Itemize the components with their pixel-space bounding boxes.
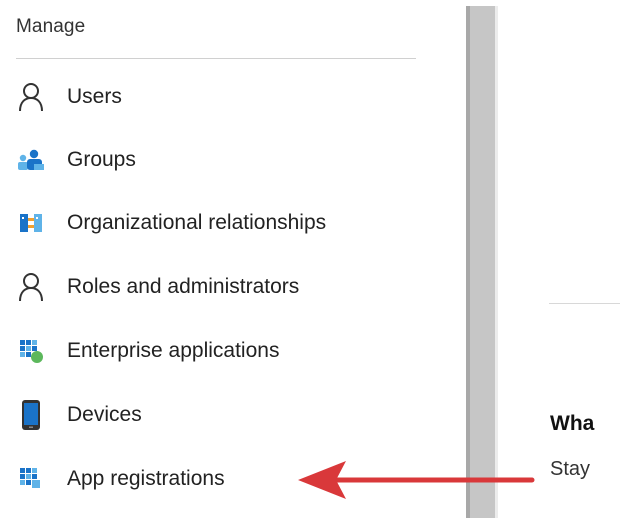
- annotation-arrow: [298, 461, 535, 499]
